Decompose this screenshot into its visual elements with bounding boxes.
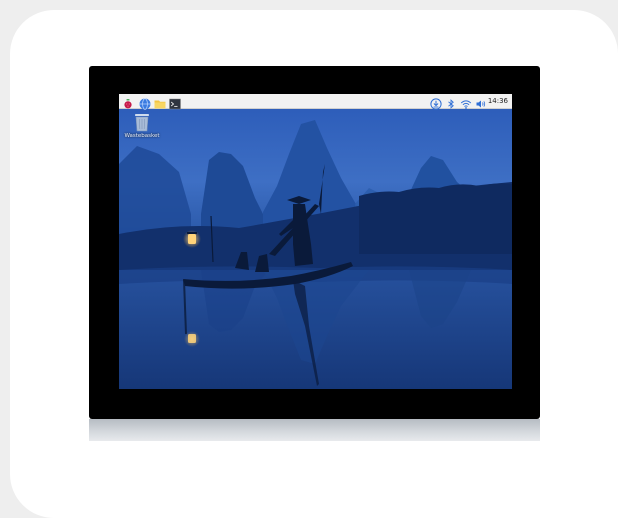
raspberry-menu-icon[interactable] [122,95,134,109]
wifi-icon[interactable] [460,95,472,109]
monitor-reflection [89,419,540,441]
taskbar: 14:36 [119,94,512,110]
wastebasket-icon [135,114,149,132]
update-download-icon[interactable] [430,95,442,110]
desktop-wallpaper [119,94,512,389]
desktop-icon-label: Wastebasket [124,133,160,139]
taskbar-clock[interactable]: 14:36 [488,95,508,107]
bluetooth-icon[interactable] [445,95,457,109]
desktop-icon-wastebasket[interactable]: Wastebasket [123,112,161,139]
volume-icon[interactable] [475,95,487,108]
desktop-screen: 14:36 Wastebasket [119,94,512,389]
web-browser-globe-icon[interactable] [139,95,151,110]
terminal-icon[interactable] [169,95,181,110]
file-manager-folder-icon[interactable] [154,95,166,109]
